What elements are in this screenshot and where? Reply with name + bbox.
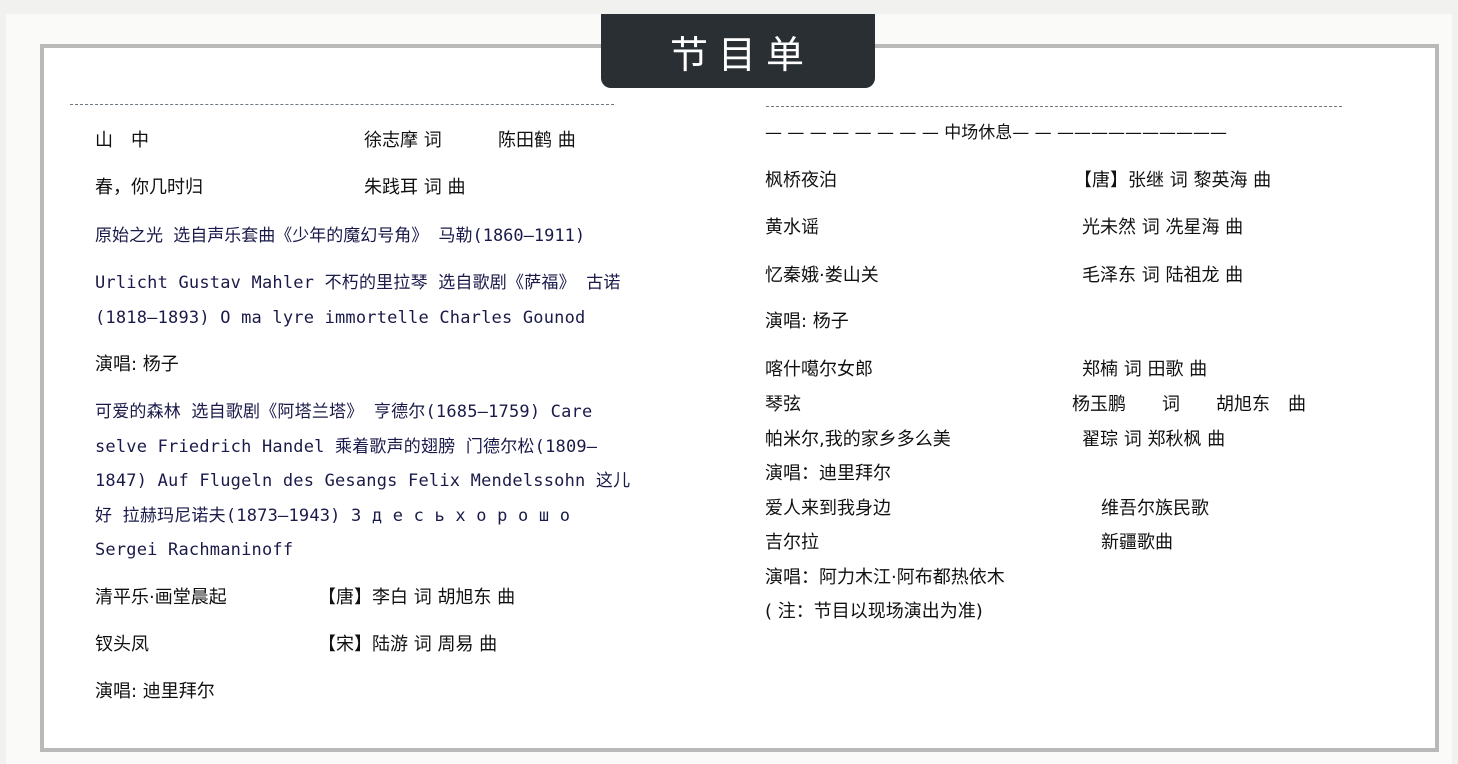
program-item-title: 琴弦 — [765, 394, 801, 415]
program-item-text: 原始之光 选自声乐套曲《少年的魔幻号角》 马勒(1860—1911) — [95, 226, 586, 246]
program-item-title: 黄水谣 — [765, 217, 819, 238]
program-item-title: 帕米尔,我的家乡多么美 — [765, 429, 951, 450]
right-divider — [766, 106, 1342, 107]
program-item-title: 春，你几时归 — [95, 177, 203, 198]
singer-line: 演唱: 杨子 — [95, 354, 179, 375]
program-item-credit: 朱践耳 词 曲 — [364, 177, 466, 198]
intermission-line: — — — — — — — — 中场休息— — —————————— — [765, 123, 1228, 143]
program-item-credit: 郑楠 词 田歌 曲 — [1082, 359, 1208, 380]
program-item-title: 山 中 — [95, 130, 149, 151]
program-item-credit: 【宋】陆游 词 周易 曲 — [318, 634, 498, 655]
singer-line: 演唱: 迪里拜尔 — [95, 681, 215, 702]
program-item-title: 钗头凤 — [95, 634, 149, 655]
program-item-title: 枫桥夜泊 — [765, 170, 837, 191]
program-item-title: 爱人来到我身边 — [765, 498, 891, 519]
program-item-title: 清平乐·画堂晨起 — [95, 587, 227, 608]
program-title: 节目单 — [601, 14, 875, 88]
program-item-credit: 毛泽东 词 陆祖龙 曲 — [1082, 265, 1244, 286]
singer-line: 演唱: 杨子 — [765, 311, 849, 332]
program-item-credit: 【唐】张继 词 黎英海 曲 — [1074, 170, 1272, 191]
program-item-credit: 【唐】李白 词 胡旭东 曲 — [318, 587, 516, 608]
program-item-lyricist: 徐志摩 词 — [364, 130, 442, 151]
program-item-credit: 杨玉鹏 词 胡旭东 曲 — [1072, 394, 1306, 415]
program-item-title: 喀什噶尔女郎 — [765, 359, 873, 380]
program-item-title: 吉尔拉 — [765, 532, 819, 553]
program-item-credit: 新疆歌曲 — [1101, 532, 1173, 553]
program-item-composer: 陈田鹤 曲 — [498, 130, 576, 151]
program-note: ( 注：节目以现场演出为准) — [765, 601, 983, 622]
singer-line: 演唱：迪里拜尔 — [765, 463, 891, 484]
program-item-text: Urlicht Gustav Mahler 不朽的里拉琴 选自歌剧《萨福》 古诺… — [95, 273, 621, 328]
program-item-title: 忆秦娥·娄山关 — [765, 265, 879, 286]
singer-line: 演唱：阿力木江·阿布都热依木 — [765, 567, 1005, 588]
program-item-text: 可爱的森林 选自歌剧《阿塔兰塔》 亨德尔(1685—1759) Care sel… — [95, 402, 631, 560]
program-item-credit: 维吾尔族民歌 — [1101, 498, 1209, 519]
program-item-credit: 光未然 词 冼星海 曲 — [1082, 217, 1244, 238]
program-item-credit: 翟琮 词 郑秋枫 曲 — [1082, 429, 1226, 450]
left-divider — [70, 104, 614, 105]
